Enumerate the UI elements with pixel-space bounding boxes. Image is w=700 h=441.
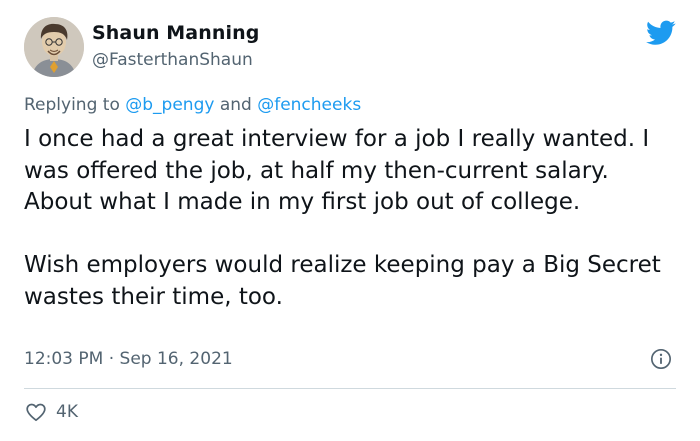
author-name[interactable]: Shaun Manning bbox=[92, 22, 259, 44]
info-icon[interactable] bbox=[650, 348, 672, 370]
avatar-illustration bbox=[24, 17, 84, 77]
reply-prefix: Replying to bbox=[24, 95, 126, 115]
meta-separator: · bbox=[103, 349, 120, 369]
reply-joiner: and bbox=[214, 95, 258, 115]
tweet-text: I once had a great interview for a job I… bbox=[24, 124, 684, 313]
tweet-card: Shaun Manning @FasterthanShaun Replying … bbox=[0, 0, 700, 441]
mention-link[interactable]: @fencheeks bbox=[257, 95, 361, 115]
avatar[interactable] bbox=[24, 17, 84, 77]
mention-link[interactable]: @b_pengy bbox=[125, 95, 214, 115]
reply-context: Replying to @b_pengy and @fencheeks bbox=[24, 95, 361, 115]
heart-icon bbox=[26, 403, 46, 422]
tweet-date: Sep 16, 2021 bbox=[119, 349, 233, 369]
like-button[interactable]: 4K bbox=[24, 400, 78, 424]
tweet-paragraph: Wish employers would realize keeping pay… bbox=[24, 252, 661, 310]
like-count: 4K bbox=[56, 402, 78, 422]
tweet-time: 12:03 PM bbox=[24, 349, 104, 369]
tweet-paragraph: I once had a great interview for a job I… bbox=[24, 126, 650, 215]
divider bbox=[24, 388, 676, 389]
twitter-bird-icon[interactable] bbox=[646, 20, 676, 46]
author-handle[interactable]: @FasterthanShaun bbox=[92, 50, 253, 70]
tweet-timestamp[interactable]: 12:03 PM · Sep 16, 2021 bbox=[24, 349, 233, 369]
